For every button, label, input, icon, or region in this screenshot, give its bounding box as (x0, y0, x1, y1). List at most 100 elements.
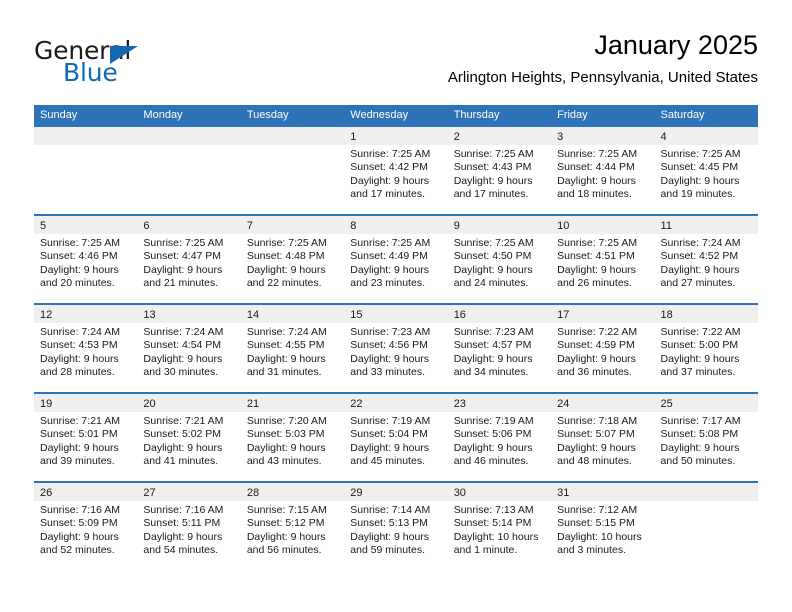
weekday-header-wednesday: Wednesday (350, 109, 409, 121)
day-details: Sunrise: 7:12 AM Sunset: 5:15 PM Dayligh… (551, 501, 654, 558)
sunrise-text: Sunrise: 7:24 AM (660, 237, 741, 249)
sunset-text: Sunset: 4:56 PM (350, 339, 428, 352)
day-number: 28 (246, 487, 260, 499)
sunset-text: Sunset: 4:43 PM (453, 161, 532, 174)
day-cell[interactable]: 4 Sunrise: 7:25 AM Sunset: 4:45 PM Dayli… (654, 127, 758, 214)
daylight-text-line2: and 3 minutes. (557, 544, 626, 557)
day-number: 25 (660, 398, 673, 410)
day-cell[interactable]: 10 Sunrise: 7:25 AM Sunset: 4:51 PM Dayl… (551, 216, 655, 303)
day-cell[interactable]: 23 Sunrise: 7:19 AM Sunset: 5:06 PM Dayl… (447, 394, 552, 481)
day-cell[interactable]: 2 Sunrise: 7:25 AM Sunset: 4:43 PM Dayli… (447, 127, 552, 214)
day-number: 1 (350, 131, 357, 143)
day-cell[interactable]: 1 Sunrise: 7:25 AM Sunset: 4:42 PM Dayli… (344, 127, 448, 214)
day-cell[interactable]: 20 Sunrise: 7:21 AM Sunset: 5:02 PM Dayl… (137, 394, 241, 481)
daylight-text-line2: and 41 minutes. (143, 455, 219, 468)
location-subtitle: Arlington Heights, Pennsylvania, United … (447, 69, 758, 86)
sunrise-text: Sunrise: 7:24 AM (143, 326, 224, 338)
day-cell-empty (240, 127, 345, 214)
day-cell[interactable]: 25 Sunrise: 7:17 AM Sunset: 5:08 PM Dayl… (654, 394, 758, 481)
daylight-text-line2: and 28 minutes. (40, 366, 115, 379)
day-number: 7 (246, 220, 253, 232)
daylight-text-line2: and 17 minutes. (453, 188, 529, 201)
day-number: 27 (143, 487, 156, 499)
day-number-band: 18 (654, 305, 758, 323)
day-number: 5 (40, 220, 47, 232)
sunrise-text: Sunrise: 7:16 AM (40, 504, 120, 516)
day-details: Sunrise: 7:25 AM Sunset: 4:50 PM Dayligh… (448, 234, 551, 291)
daylight-text-line2: and 23 minutes. (350, 277, 425, 290)
daylight-text-line1: Daylight: 9 hours (246, 530, 326, 543)
daylight-text-line1: Daylight: 9 hours (246, 263, 326, 276)
sunset-text: Sunset: 4:59 PM (557, 339, 635, 352)
day-cell[interactable]: 18 Sunrise: 7:22 AM Sunset: 5:00 PM Dayl… (654, 305, 758, 392)
sunset-text: Sunset: 4:55 PM (246, 339, 325, 352)
day-number: 6 (143, 220, 150, 232)
sunset-text: Sunset: 4:49 PM (350, 250, 428, 263)
sunrise-text: Sunrise: 7:13 AM (453, 504, 534, 516)
day-cell[interactable]: 22 Sunrise: 7:19 AM Sunset: 5:04 PM Dayl… (344, 394, 448, 481)
daylight-text-line1: Daylight: 9 hours (557, 263, 636, 276)
day-cell-empty (654, 483, 758, 570)
day-cell[interactable]: 7 Sunrise: 7:25 AM Sunset: 4:48 PM Dayli… (240, 216, 345, 303)
daylight-text-line2: and 17 minutes. (350, 188, 425, 201)
sunrise-text: Sunrise: 7:23 AM (453, 326, 534, 338)
sunset-text: Sunset: 5:03 PM (246, 428, 325, 441)
day-cell[interactable]: 6 Sunrise: 7:25 AM Sunset: 4:47 PM Dayli… (137, 216, 241, 303)
sunrise-text: Sunrise: 7:25 AM (40, 237, 120, 249)
daylight-text-line2: and 48 minutes. (557, 455, 632, 468)
daylight-text-line1: Daylight: 9 hours (143, 530, 223, 543)
day-number-band: 16 (447, 305, 552, 323)
daylight-text-line2: and 19 minutes. (660, 188, 736, 201)
day-number: 20 (143, 398, 156, 410)
day-cell[interactable]: 12 Sunrise: 7:24 AM Sunset: 4:53 PM Dayl… (34, 305, 138, 392)
sunset-text: Sunset: 5:01 PM (40, 428, 118, 441)
day-details: Sunrise: 7:20 AM Sunset: 5:03 PM Dayligh… (241, 412, 344, 469)
day-cell[interactable]: 17 Sunrise: 7:22 AM Sunset: 4:59 PM Dayl… (551, 305, 655, 392)
sunrise-text: Sunrise: 7:24 AM (246, 326, 327, 338)
day-cell[interactable]: 8 Sunrise: 7:25 AM Sunset: 4:49 PM Dayli… (344, 216, 448, 303)
weekday-header-row: Sunday Monday Tuesday Wednesday Thursday… (34, 105, 758, 125)
day-number: 18 (660, 309, 673, 321)
general-blue-logo[interactable]: General Blue (34, 36, 244, 92)
day-cell[interactable]: 3 Sunrise: 7:25 AM Sunset: 4:44 PM Dayli… (551, 127, 655, 214)
day-cell[interactable]: 19 Sunrise: 7:21 AM Sunset: 5:01 PM Dayl… (34, 394, 138, 481)
daylight-text-line1: Daylight: 9 hours (40, 441, 119, 454)
day-number: 8 (350, 220, 357, 232)
day-cell[interactable]: 26 Sunrise: 7:16 AM Sunset: 5:09 PM Dayl… (34, 483, 138, 570)
day-number: 9 (453, 220, 460, 232)
day-number: 3 (557, 131, 564, 143)
sunrise-text: Sunrise: 7:14 AM (350, 504, 431, 516)
day-cell[interactable]: 24 Sunrise: 7:18 AM Sunset: 5:07 PM Dayl… (551, 394, 655, 481)
sunrise-text: Sunrise: 7:15 AM (246, 504, 327, 516)
day-number: 14 (246, 309, 260, 321)
day-cell[interactable]: 14 Sunrise: 7:24 AM Sunset: 4:55 PM Dayl… (240, 305, 345, 392)
day-cell[interactable]: 16 Sunrise: 7:23 AM Sunset: 4:57 PM Dayl… (447, 305, 552, 392)
sunset-text: Sunset: 5:02 PM (143, 428, 222, 441)
day-cell[interactable]: 11 Sunrise: 7:24 AM Sunset: 4:52 PM Dayl… (654, 216, 758, 303)
day-cell[interactable]: 31 Sunrise: 7:12 AM Sunset: 5:15 PM Dayl… (551, 483, 655, 570)
daylight-text-line1: Daylight: 9 hours (246, 352, 326, 365)
sunrise-text: Sunrise: 7:16 AM (143, 504, 224, 516)
daylight-text-line2: and 30 minutes. (143, 366, 219, 379)
week-row: 5 Sunrise: 7:25 AM Sunset: 4:46 PM Dayli… (34, 214, 758, 303)
day-cell[interactable]: 21 Sunrise: 7:20 AM Sunset: 5:03 PM Dayl… (240, 394, 345, 481)
day-cell[interactable]: 9 Sunrise: 7:25 AM Sunset: 4:50 PM Dayli… (447, 216, 552, 303)
daylight-text-line2: and 1 minute. (453, 544, 518, 557)
day-cell[interactable]: 15 Sunrise: 7:23 AM Sunset: 4:56 PM Dayl… (344, 305, 448, 392)
day-details: Sunrise: 7:21 AM Sunset: 5:01 PM Dayligh… (34, 412, 137, 469)
day-cell[interactable]: 27 Sunrise: 7:16 AM Sunset: 5:11 PM Dayl… (137, 483, 241, 570)
day-cell[interactable]: 30 Sunrise: 7:13 AM Sunset: 5:14 PM Dayl… (447, 483, 552, 570)
day-cell[interactable]: 28 Sunrise: 7:15 AM Sunset: 5:12 PM Dayl… (240, 483, 345, 570)
day-number-band: 8 (344, 216, 448, 234)
day-details: Sunrise: 7:15 AM Sunset: 5:12 PM Dayligh… (241, 501, 344, 558)
day-details: Sunrise: 7:22 AM Sunset: 4:59 PM Dayligh… (551, 323, 654, 380)
daylight-text-line2: and 18 minutes. (557, 188, 632, 201)
day-cell[interactable]: 13 Sunrise: 7:24 AM Sunset: 4:54 PM Dayl… (137, 305, 241, 392)
day-number: 11 (660, 220, 672, 232)
sunrise-text: Sunrise: 7:25 AM (453, 237, 534, 249)
day-cell[interactable]: 29 Sunrise: 7:14 AM Sunset: 5:13 PM Dayl… (344, 483, 448, 570)
day-number: 17 (557, 309, 570, 321)
week-row: 12 Sunrise: 7:24 AM Sunset: 4:53 PM Dayl… (34, 303, 758, 392)
day-cell[interactable]: 5 Sunrise: 7:25 AM Sunset: 4:46 PM Dayli… (34, 216, 138, 303)
day-number-band: 25 (654, 394, 758, 412)
